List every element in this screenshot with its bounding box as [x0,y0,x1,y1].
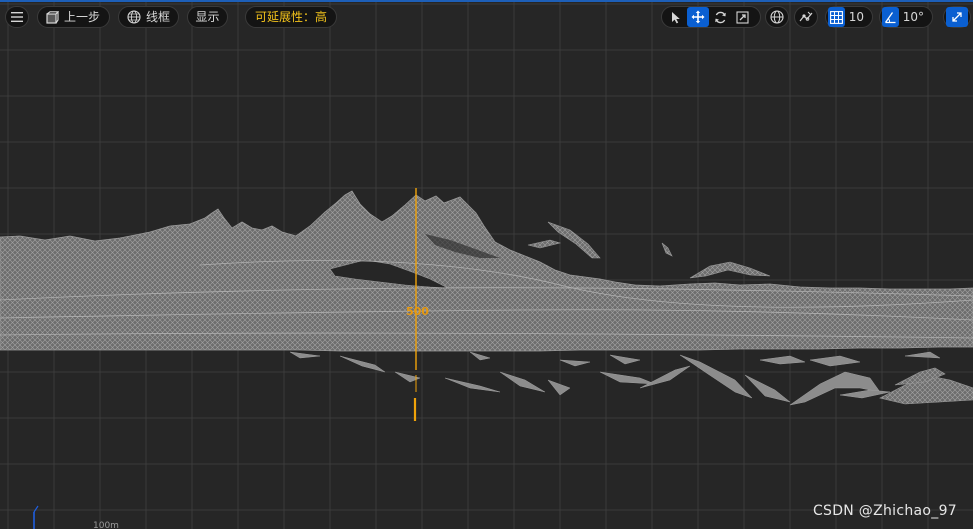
surface-snap-icon [799,11,813,22]
watermark-text: CSDN @Zhichao_97 [812,503,957,519]
perspective-cube-icon [46,10,59,24]
grid-snap-toggle[interactable] [828,7,845,27]
surface-snap-button[interactable] [794,6,818,28]
axis-indicator [33,505,39,529]
scale-label: 100m [93,521,119,529]
angle-snap-group[interactable]: 10° [879,6,933,28]
wireframe-view-button[interactable]: 线框 [118,6,179,28]
undo-label: 上一步 [64,10,101,24]
show-label: 显示 [195,10,220,24]
viewport-toolbar: 上一步 线框 显示 可延展性：高 10 10° [0,3,973,31]
rotate-mode-button[interactable] [709,7,731,27]
angle-snap-value: 10° [902,10,924,24]
transform-tools-group [661,6,761,28]
scalability-button[interactable]: 可延展性：高 [245,6,337,28]
viewport-focus-border [0,0,973,2]
show-button[interactable]: 显示 [187,6,228,28]
undo-button[interactable]: 上一步 [37,6,110,28]
angle-icon [884,11,896,23]
wireframe-label: 线框 [145,10,170,24]
scale-mode-button[interactable] [731,7,753,27]
maximize-icon [952,12,962,22]
translate-mode-button[interactable] [687,7,709,27]
select-mode-button[interactable] [665,7,687,27]
globe-icon [770,10,784,24]
menu-button[interactable] [5,6,29,28]
cursor-arrow-icon [672,11,680,23]
scale-icon [735,10,749,24]
angle-snap-toggle[interactable] [882,7,899,27]
grid-snap-group[interactable]: 10 [825,6,873,28]
grid-snap-value: 10 [848,10,864,24]
move-arrows-icon [691,10,705,24]
rotate-icon [714,11,726,23]
level-viewport[interactable]: 500 100m 上一步 线框 显示 可延展性：高 10 10° CSDN @Z… [0,0,973,529]
world-space-button[interactable] [765,6,789,28]
grid-icon [829,10,843,24]
wireframe-sphere-icon [127,10,141,24]
camera-speed-group[interactable] [943,6,971,28]
maximize-viewport-button[interactable] [946,7,968,27]
scalability-label: 可延展性：高 [254,10,327,24]
hamburger-icon [11,12,23,22]
